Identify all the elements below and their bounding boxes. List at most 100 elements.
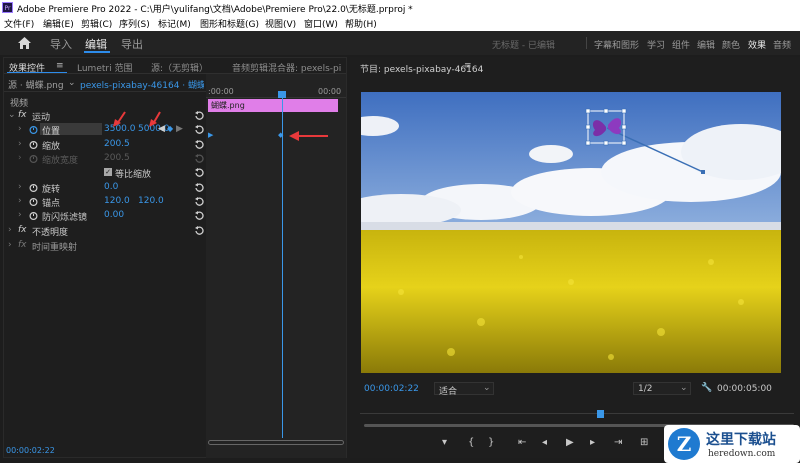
menu-markers[interactable]: 标记(M) (158, 17, 191, 30)
uniform-scale-checkbox[interactable]: ✓ (104, 168, 112, 176)
tab-audio-clip-mixer[interactable]: 音频剪辑混合器: pexels-pi (232, 61, 341, 74)
reset-icon[interactable] (194, 211, 204, 220)
opacity-label: 不透明度 (32, 228, 69, 238)
fx-icon: fx (18, 240, 27, 250)
reset-icon[interactable] (194, 183, 204, 192)
scale-width-row: › 缩放宽度 200.5 (4, 151, 209, 166)
anchor-y-value[interactable]: 120.0 (138, 196, 164, 206)
reset-icon[interactable] (194, 125, 204, 134)
reset-icon[interactable] (194, 168, 204, 177)
expand-arrow-icon[interactable]: › (18, 196, 22, 206)
uniform-scale-label: 等比缩放 (115, 170, 152, 180)
chevron-down-icon: ⌄ (483, 383, 491, 393)
monitor-playhead[interactable] (597, 410, 604, 418)
horizontal-scrollbar[interactable] (208, 440, 344, 445)
ws-effects[interactable]: 效果 (748, 38, 766, 51)
menu-sequence[interactable]: 序列(S) (119, 17, 150, 30)
stopwatch-icon[interactable] (29, 183, 38, 192)
menu-graphics[interactable]: 图形和标题(G) (200, 17, 259, 30)
step-forward-icon[interactable]: ▸ (590, 437, 595, 448)
time-remap-row[interactable]: › fx 时间重映射 (4, 238, 209, 253)
chevron-down-icon: ⌄ (680, 383, 688, 393)
ws-color[interactable]: 颜色 (722, 38, 740, 51)
clip-bar[interactable]: 蝴蝶.png (208, 99, 338, 112)
menu-file[interactable]: 文件(F) (4, 17, 34, 30)
effect-controls-timecode[interactable]: 00:00:02:22 (6, 446, 55, 455)
video-section-header: 视频 (4, 94, 209, 109)
rapeseed-field-image (361, 92, 781, 373)
opacity-row[interactable]: › fx 不透明度 (4, 223, 209, 238)
tab-edit[interactable]: 编辑 (85, 36, 107, 52)
keyframe-start-icon[interactable]: ▶ (208, 131, 213, 139)
stopwatch-icon[interactable] (29, 125, 38, 134)
keyframe-diamond-icon[interactable]: ◆ (278, 131, 283, 139)
expand-arrow-icon[interactable]: › (18, 210, 22, 220)
premiere-app-icon: Pr (2, 2, 13, 13)
current-timecode[interactable]: 00:00:02:22 (364, 384, 419, 394)
stopwatch-icon[interactable] (29, 211, 38, 220)
uniform-scale-row[interactable]: ✓ 等比缩放 (4, 165, 209, 180)
time-remap-label: 时间重映射 (32, 243, 78, 253)
stopwatch-icon[interactable] (29, 197, 38, 206)
reset-icon[interactable] (194, 111, 204, 120)
title-bar: Pr Adobe Premiere Pro 2022 - C:\用户\yulif… (0, 0, 800, 16)
ws-audio[interactable]: 音频 (773, 38, 791, 51)
menu-bar: 文件(F) 编辑(E) 剪辑(C) 序列(S) 标记(M) 图形和标题(G) 视… (0, 16, 800, 31)
video-preview[interactable] (361, 92, 781, 373)
expand-arrow-icon[interactable]: › (8, 240, 12, 250)
ws-learning[interactable]: 学习 (647, 38, 665, 51)
source-clip-label: 源 · 蝴蝶.png (8, 81, 64, 91)
monitor-time-ruler[interactable] (360, 402, 794, 414)
panel-menu-icon[interactable]: ≡ (56, 61, 64, 71)
stopwatch-icon[interactable] (29, 140, 38, 149)
sequence-clip-link[interactable]: pexels-pixabay-46164 · 蝴蝶... (80, 78, 204, 91)
zoom-dropdown[interactable]: 适合 ⌄ (434, 382, 494, 397)
ws-captions-graphics[interactable]: 字幕和图形 (594, 38, 639, 51)
chevron-down-icon[interactable]: ⌄ (68, 78, 76, 88)
scale-value[interactable]: 200.5 (104, 139, 130, 149)
reset-icon[interactable] (194, 226, 204, 235)
mark-in-icon[interactable]: { (468, 437, 474, 448)
anchor-x-value[interactable]: 120.0 (104, 196, 130, 206)
play-icon[interactable]: ▶ (566, 437, 574, 448)
panel-menu-icon[interactable]: ≡ (464, 61, 472, 71)
ruler-start: :00:00 (208, 87, 234, 96)
reset-icon[interactable] (194, 140, 204, 149)
reset-icon[interactable] (194, 197, 204, 206)
ws-editing[interactable]: 编辑 (697, 38, 715, 51)
resolution-value: 1/2 (638, 384, 653, 394)
menu-view[interactable]: 视图(V) (265, 17, 296, 30)
tab-export[interactable]: 导出 (121, 36, 143, 52)
collapse-arrow-icon[interactable]: ⌄ (8, 110, 16, 120)
playhead-handle[interactable] (278, 91, 286, 98)
expand-arrow-icon[interactable]: › (18, 182, 22, 192)
tab-lumetri-scopes[interactable]: Lumetri 范围 (77, 61, 132, 74)
tab-import[interactable]: 导入 (50, 36, 72, 52)
mark-out-icon[interactable]: } (488, 437, 494, 448)
menu-window[interactable]: 窗口(W) (304, 17, 338, 30)
expand-arrow-icon[interactable]: › (18, 139, 22, 149)
rotation-value[interactable]: 0.0 (104, 182, 118, 192)
expand-arrow-icon[interactable]: › (8, 225, 12, 235)
menu-edit[interactable]: 编辑(E) (43, 17, 74, 30)
go-to-out-icon[interactable]: ⇥ (614, 437, 622, 448)
menu-help[interactable]: 帮助(H) (345, 17, 377, 30)
expand-arrow-icon[interactable]: › (18, 124, 22, 134)
anchor-row[interactable]: › 锚点 120.0 120.0 (4, 194, 209, 209)
scale-row[interactable]: › 缩放 200.5 (4, 137, 209, 152)
rotation-row[interactable]: › 旋转 0.0 (4, 180, 209, 195)
home-icon[interactable] (18, 37, 31, 49)
go-to-in-icon[interactable]: ⇤ (518, 437, 526, 448)
wrench-icon[interactable]: 🔧 (701, 383, 712, 393)
antiflicker-value[interactable]: 0.00 (104, 210, 124, 220)
step-back-icon[interactable]: ◂ (542, 437, 547, 448)
ws-assembly[interactable]: 组件 (672, 38, 690, 51)
menu-clip[interactable]: 剪辑(C) (81, 17, 112, 30)
antiflicker-row[interactable]: › 防闪烁滤镜 0.00 (4, 208, 209, 223)
time-ruler[interactable]: :00:00 00:00 (206, 74, 346, 98)
tab-source[interactable]: 源:（无剪辑） (151, 61, 208, 74)
lift-icon[interactable]: ⊞ (640, 437, 648, 448)
resolution-dropdown[interactable]: 1/2 ⌄ (633, 382, 691, 395)
watermark-logo: Z (668, 428, 700, 460)
add-marker-icon[interactable]: ▾ (442, 437, 447, 448)
